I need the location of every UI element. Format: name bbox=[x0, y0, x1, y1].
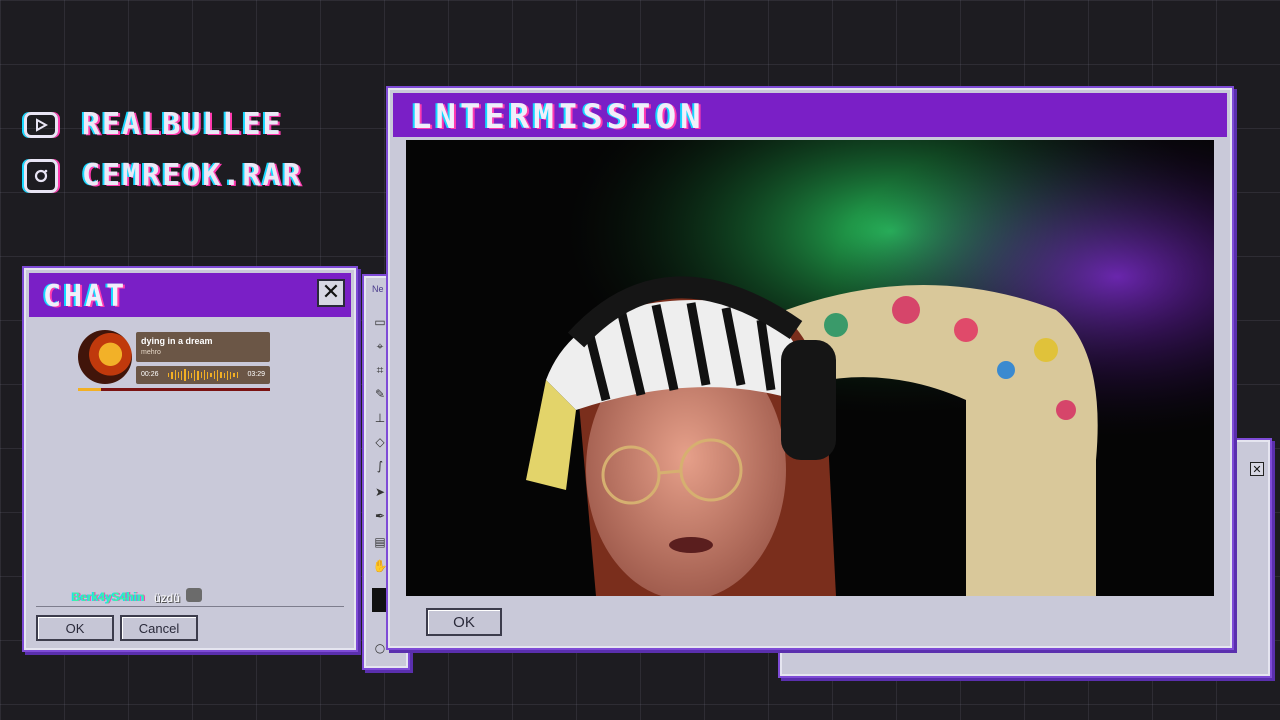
instagram-handle: CEMREOK.RAR bbox=[82, 158, 303, 193]
crop-tool-icon[interactable]: ⌗ bbox=[372, 362, 388, 378]
text-tool-icon[interactable]: ▤ bbox=[372, 534, 388, 550]
waveform-bar bbox=[213, 371, 215, 379]
chat-titlebar[interactable]: CHAT ✕ bbox=[29, 273, 351, 317]
close-icon[interactable]: ✕ bbox=[1250, 462, 1264, 476]
waveform-bar bbox=[236, 372, 238, 378]
arrow-tool-icon[interactable]: ➤ bbox=[372, 484, 388, 500]
waveform-bar bbox=[216, 369, 219, 381]
youtube-handle: REALBULLEE bbox=[82, 107, 283, 142]
lasso-tool-icon[interactable]: ⌖ bbox=[372, 338, 388, 354]
chat-window: CHAT ✕ dying in a dream mehro 00:26 03:2… bbox=[24, 268, 356, 650]
pencil-tool-icon[interactable]: ✎ bbox=[372, 386, 388, 402]
waveform-bar bbox=[223, 372, 225, 378]
song-title: dying in a dream bbox=[141, 336, 213, 346]
intermission-window: LNTERMISSION OK bbox=[388, 88, 1232, 648]
waveform-bar bbox=[177, 372, 180, 378]
waveform-bar bbox=[230, 371, 232, 379]
waveform-bar bbox=[226, 370, 229, 380]
waveform-bar bbox=[194, 369, 196, 381]
waveform-bar bbox=[197, 370, 199, 380]
instagram-icon bbox=[24, 158, 58, 193]
elapsed-time: 00:26 bbox=[141, 371, 159, 378]
intermission-titlebar[interactable]: LNTERMISSION bbox=[393, 93, 1227, 137]
album-art bbox=[78, 330, 132, 384]
close-icon[interactable]: ✕ bbox=[317, 279, 345, 307]
social-youtube[interactable]: REALBULLEE bbox=[24, 107, 283, 142]
chat-title: CHAT bbox=[43, 279, 128, 314]
waveform bbox=[168, 369, 238, 381]
divider bbox=[36, 606, 344, 607]
stamp-tool-icon[interactable]: ⊥ bbox=[372, 410, 388, 426]
waveform-bar bbox=[184, 369, 186, 381]
intermission-title: LNTERMISSION bbox=[411, 97, 705, 137]
eraser-tool-icon[interactable]: ◇ bbox=[372, 434, 388, 450]
social-instagram[interactable]: CEMREOK.RAR bbox=[24, 158, 303, 193]
chat-message: üzdü bbox=[154, 591, 181, 605]
chat-username: Berk4yS4hin bbox=[72, 590, 145, 604]
waveform-bar bbox=[233, 373, 235, 377]
brush-tool-icon[interactable]: ∫ bbox=[372, 458, 388, 474]
color-swatch-icon[interactable] bbox=[372, 588, 388, 612]
song-artist: mehro bbox=[141, 349, 161, 356]
ok-button[interactable]: OK bbox=[426, 608, 502, 636]
pen-tool-icon[interactable]: ✒ bbox=[372, 508, 388, 524]
waveform-bar bbox=[203, 370, 206, 380]
webcam-feed bbox=[406, 140, 1214, 596]
waveform-bar bbox=[181, 370, 183, 380]
waveform-bar bbox=[187, 371, 189, 379]
waveform-bar bbox=[174, 370, 176, 380]
waveform-bar bbox=[190, 372, 193, 378]
progress-fill bbox=[78, 388, 102, 391]
playback-bar: 00:26 03:29 bbox=[136, 366, 270, 384]
waveform-bar bbox=[220, 372, 222, 378]
ok-button[interactable]: OK bbox=[36, 615, 114, 641]
waveform-bar bbox=[168, 373, 170, 377]
webcam-image bbox=[406, 140, 1214, 596]
waveform-bar bbox=[171, 371, 173, 379]
hand-tool-icon[interactable]: ✋ bbox=[372, 558, 388, 574]
youtube-icon bbox=[24, 111, 58, 138]
emote-icon bbox=[186, 588, 202, 602]
toolbox-title: Ne bbox=[372, 284, 384, 294]
select-tool-icon[interactable]: ▭ bbox=[372, 314, 388, 330]
progress-track bbox=[78, 388, 270, 391]
now-playing-card: dying in a dream mehro bbox=[136, 332, 270, 362]
waveform-bar bbox=[207, 371, 209, 379]
cancel-button[interactable]: Cancel bbox=[120, 615, 198, 641]
waveform-bar bbox=[210, 373, 212, 377]
zoom-tool-icon[interactable]: ○ bbox=[372, 640, 388, 656]
duration-time: 03:29 bbox=[247, 371, 265, 378]
waveform-bar bbox=[200, 372, 202, 378]
